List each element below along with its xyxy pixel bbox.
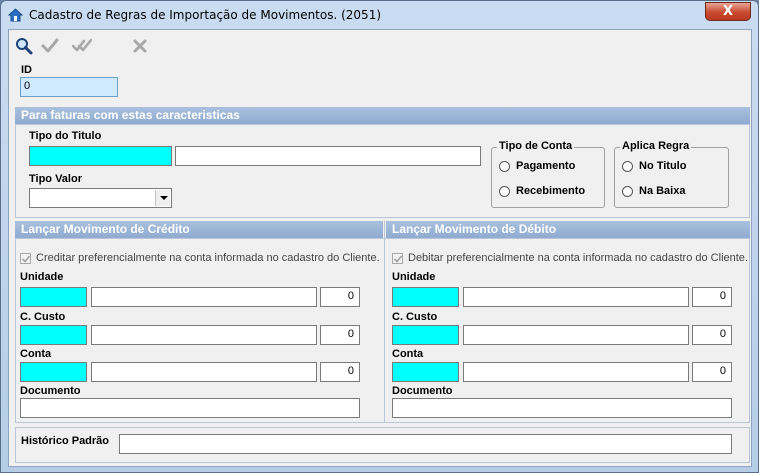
confirm-all-button[interactable]: [71, 36, 93, 56]
double-check-icon: [71, 38, 93, 52]
debito-documento-input[interactable]: [392, 398, 732, 418]
aplica-regra-group: Aplica Regra: [614, 140, 729, 208]
debitar-checkbox-label: Debitar preferencialmente na conta infor…: [408, 252, 748, 264]
credito-conta-code-input[interactable]: [20, 362, 87, 382]
radio-recebimento[interactable]: [499, 186, 510, 197]
debito-custo-number[interactable]: 0: [692, 325, 732, 345]
debito-documento-label: Documento: [392, 385, 453, 397]
radio-na-baixa[interactable]: [622, 186, 633, 197]
debito-unidade-desc-input[interactable]: [463, 287, 689, 307]
check-icon: [41, 38, 59, 53]
historico-label: Histórico Padrão: [21, 435, 110, 447]
credito-unidade-label: Unidade: [20, 271, 64, 283]
search-icon: [16, 38, 33, 55]
debito-conta-desc-input[interactable]: [463, 362, 689, 382]
id-label: ID: [21, 64, 32, 76]
close-button[interactable]: X: [705, 2, 751, 21]
debito-conta-code-input[interactable]: [392, 362, 459, 382]
debitar-checkbox[interactable]: [392, 253, 403, 264]
credito-custo-number[interactable]: 0: [320, 325, 360, 345]
window-title: Cadastro de Regras de Importação de Movi…: [29, 8, 382, 22]
tipo-conta-group: Tipo de Conta: [491, 140, 605, 208]
pagamento-label: Pagamento: [516, 160, 576, 172]
section-divider: [384, 221, 385, 423]
tipo-valor-select[interactable]: [29, 188, 172, 208]
cancel-button[interactable]: [130, 36, 150, 56]
debito-custo-code-input[interactable]: [392, 325, 459, 345]
recebimento-label: Recebimento: [516, 185, 586, 197]
tipo-valor-label: Tipo Valor: [29, 173, 82, 185]
no-titulo-label: No Titulo: [639, 160, 687, 172]
debito-unidade-number[interactable]: 0: [692, 287, 732, 307]
tipo-titulo-desc-input[interactable]: [175, 146, 481, 166]
debito-unidade-label: Unidade: [392, 271, 436, 283]
debito-section-header: Lançar Movimento de Débito: [386, 221, 750, 238]
credito-custo-code-input[interactable]: [20, 325, 87, 345]
tipo-conta-title: Tipo de Conta: [497, 140, 575, 152]
credito-documento-label: Documento: [20, 385, 81, 397]
debito-unidade-code-input[interactable]: [392, 287, 459, 307]
credito-conta-number[interactable]: 0: [320, 362, 360, 382]
radio-pagamento[interactable]: [499, 161, 510, 172]
search-button[interactable]: [14, 36, 34, 56]
id-input[interactable]: 0: [20, 77, 118, 97]
debito-conta-number[interactable]: 0: [692, 362, 732, 382]
credito-custo-desc-input[interactable]: [91, 325, 317, 345]
check-icon: [21, 255, 31, 263]
tipo-titulo-label: Tipo do Titulo: [29, 130, 102, 142]
credito-unidade-code-input[interactable]: [20, 287, 87, 307]
app-icon: [8, 8, 23, 22]
debito-custo-desc-input[interactable]: [463, 325, 689, 345]
credito-conta-label: Conta: [20, 348, 52, 360]
debito-custo-label: C. Custo: [392, 311, 438, 323]
aplica-regra-title: Aplica Regra: [620, 140, 692, 152]
chevron-down-icon[interactable]: [155, 190, 170, 206]
credito-unidade-number[interactable]: 0: [320, 287, 360, 307]
debito-conta-label: Conta: [392, 348, 424, 360]
check-icon: [393, 255, 403, 263]
credito-unidade-desc-input[interactable]: [91, 287, 317, 307]
historico-input[interactable]: [119, 434, 732, 454]
radio-no-titulo[interactable]: [622, 161, 633, 172]
title-bar[interactable]: Cadastro de Regras de Importação de Movi…: [1, 1, 758, 29]
creditar-checkbox[interactable]: [20, 253, 31, 264]
creditar-checkbox-label: Creditar preferencialmente na conta info…: [36, 252, 380, 264]
x-icon: [133, 39, 147, 53]
credito-documento-input[interactable]: [20, 398, 360, 418]
tipo-titulo-code-input[interactable]: [29, 146, 172, 166]
credito-section-header: Lançar Movimento de Crédito: [15, 221, 383, 238]
client-area: ID 0 Para faturas com estas caracteristi…: [8, 29, 752, 467]
faturas-section-header: Para faturas com estas caracteristicas: [15, 107, 750, 124]
na-baixa-label: Na Baixa: [639, 185, 686, 197]
credito-conta-desc-input[interactable]: [91, 362, 317, 382]
credito-custo-label: C. Custo: [20, 311, 66, 323]
window: Cadastro de Regras de Importação de Movi…: [0, 0, 759, 473]
confirm-button[interactable]: [40, 36, 60, 56]
